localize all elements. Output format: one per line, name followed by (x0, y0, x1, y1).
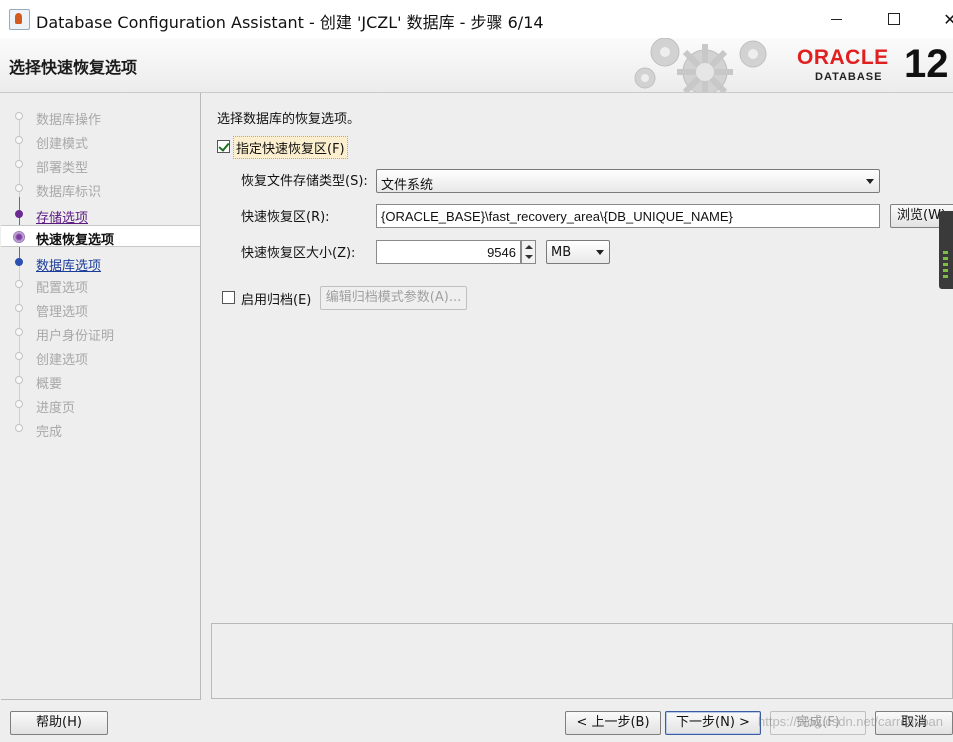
fra-size-unit-value: MB (551, 245, 572, 260)
fra-size-label: 快速恢复区大小(Z): (241, 246, 356, 261)
step-dot-icon (15, 160, 23, 168)
watermark-text: https://blog.csdn.net/carrotluoan (758, 714, 944, 729)
step-item-summary: 概要 (1, 370, 200, 392)
meter-bar (943, 269, 948, 272)
step-label: 进度页 (36, 401, 76, 416)
step-dot-icon (15, 328, 23, 336)
fra-checkbox[interactable] (217, 140, 230, 153)
fra-location-label: 快速恢复区(R): (241, 210, 330, 225)
meter-bar (943, 251, 948, 254)
fra-size-unit-select[interactable]: MB (546, 240, 610, 264)
step-dot-icon (15, 184, 23, 192)
window-title-bar[interactable]: Database Configuration Assistant - 创建 'J… (0, 0, 953, 38)
step-dot-icon (15, 112, 23, 120)
message-panel (211, 623, 953, 699)
step-label: 完成 (36, 425, 63, 440)
page-header: 选择快速恢复选项 ORACLE DATABASE 12 (0, 38, 953, 93)
back-button[interactable]: < 上一步(B) (565, 711, 661, 735)
step-dot-icon (15, 376, 23, 384)
step-label: 管理选项 (36, 305, 89, 320)
fra-size-field[interactable] (376, 240, 521, 264)
spin-down-icon[interactable] (525, 255, 533, 259)
fra-location-input[interactable] (377, 205, 879, 227)
step-item-database-options[interactable]: 数据库选项 (1, 252, 200, 274)
meter-bar (943, 257, 948, 260)
storage-type-value: 文件系统 (381, 178, 434, 193)
java-app-icon (9, 9, 30, 30)
step-dot-icon (15, 136, 23, 144)
maximize-icon (888, 13, 900, 25)
fra-size-spinner[interactable] (521, 240, 536, 264)
fra-size-input[interactable] (377, 241, 520, 263)
storage-type-select[interactable]: 文件系统 (376, 169, 880, 193)
step-item-creation-options: 创建选项 (1, 346, 200, 368)
archive-checkbox-label[interactable]: 启用归档(E) (241, 289, 311, 308)
step-label: 配置选项 (36, 281, 89, 296)
step-label: 部署类型 (36, 161, 89, 176)
version-number: 12 (904, 42, 949, 86)
step-dot-icon (15, 424, 23, 432)
fra-checkbox-label[interactable]: 指定快速恢复区(F) (233, 136, 348, 159)
step-label: 创建选项 (36, 353, 89, 368)
step-label: 概要 (36, 377, 63, 392)
step-item-deployment-type: 部署类型 (1, 154, 200, 176)
side-meter-widget[interactable] (939, 211, 953, 289)
step-current-dot-icon (13, 231, 25, 243)
step-item-creation-mode: 创建模式 (1, 130, 200, 152)
edit-archive-params-button[interactable]: 编辑归档模式参数(A)... (320, 286, 467, 310)
step-label: 快速恢复选项 (36, 233, 115, 248)
step-dot-icon (15, 400, 23, 408)
step-item-management-options: 管理选项 (1, 298, 200, 320)
spin-up-icon[interactable] (525, 245, 533, 249)
fra-location-field[interactable] (376, 204, 880, 228)
minimize-button[interactable] (813, 4, 859, 34)
step-label: 数据库标识 (36, 185, 102, 200)
archive-checkbox[interactable] (222, 291, 235, 304)
step-item-fast-recovery-option: 快速恢复选项 (1, 225, 200, 248)
page-title: 选择快速恢复选项 (9, 58, 138, 77)
close-icon: ✕ (943, 9, 953, 29)
step-item-database-operation: 数据库操作 (1, 106, 200, 128)
minimize-icon (830, 18, 842, 20)
meter-bar (943, 263, 948, 266)
step-navigation: 数据库操作 创建模式 部署类型 数据库标识 存储选项 快速恢复选项 数据库选项 … (1, 93, 201, 700)
window-title: Database Configuration Assistant - 创建 'J… (36, 13, 544, 32)
close-button[interactable]: ✕ (927, 4, 953, 34)
step-label: 创建模式 (36, 137, 89, 152)
maximize-button[interactable] (871, 4, 917, 34)
step-label[interactable]: 存储选项 (36, 207, 88, 226)
step-item-configuration-options: 配置选项 (1, 274, 200, 296)
intro-text: 选择数据库的恢复选项。 (217, 112, 361, 127)
step-label[interactable]: 数据库选项 (36, 255, 101, 274)
help-button[interactable]: 帮助(H) (10, 711, 108, 735)
step-dot-icon (15, 258, 23, 266)
chevron-down-icon (596, 250, 604, 255)
next-button[interactable]: 下一步(N) > (665, 711, 761, 735)
step-item-storage-option[interactable]: 存储选项 (1, 204, 200, 226)
step-dot-icon (15, 352, 23, 360)
step-item-finish: 完成 (1, 418, 200, 440)
oracle-logo-subtitle: DATABASE (815, 71, 883, 83)
step-item-progress-page: 进度页 (1, 394, 200, 416)
step-dot-icon (15, 280, 23, 288)
chevron-down-icon (866, 179, 874, 184)
storage-type-label: 恢复文件存储类型(S): (241, 174, 368, 189)
step-dot-icon (15, 304, 23, 312)
step-label: 用户身份证明 (36, 329, 115, 344)
gears-decoration-icon (634, 38, 767, 92)
step-label: 数据库操作 (36, 113, 102, 128)
meter-bar (943, 275, 948, 278)
step-dot-icon (15, 210, 23, 218)
step-item-user-credentials: 用户身份证明 (1, 322, 200, 344)
main-panel: 选择数据库的恢复选项。 指定快速恢复区(F) 恢复文件存储类型(S): 文件系统… (201, 93, 953, 703)
oracle-logo: ORACLE (797, 46, 889, 69)
step-item-database-identification: 数据库标识 (1, 178, 200, 200)
